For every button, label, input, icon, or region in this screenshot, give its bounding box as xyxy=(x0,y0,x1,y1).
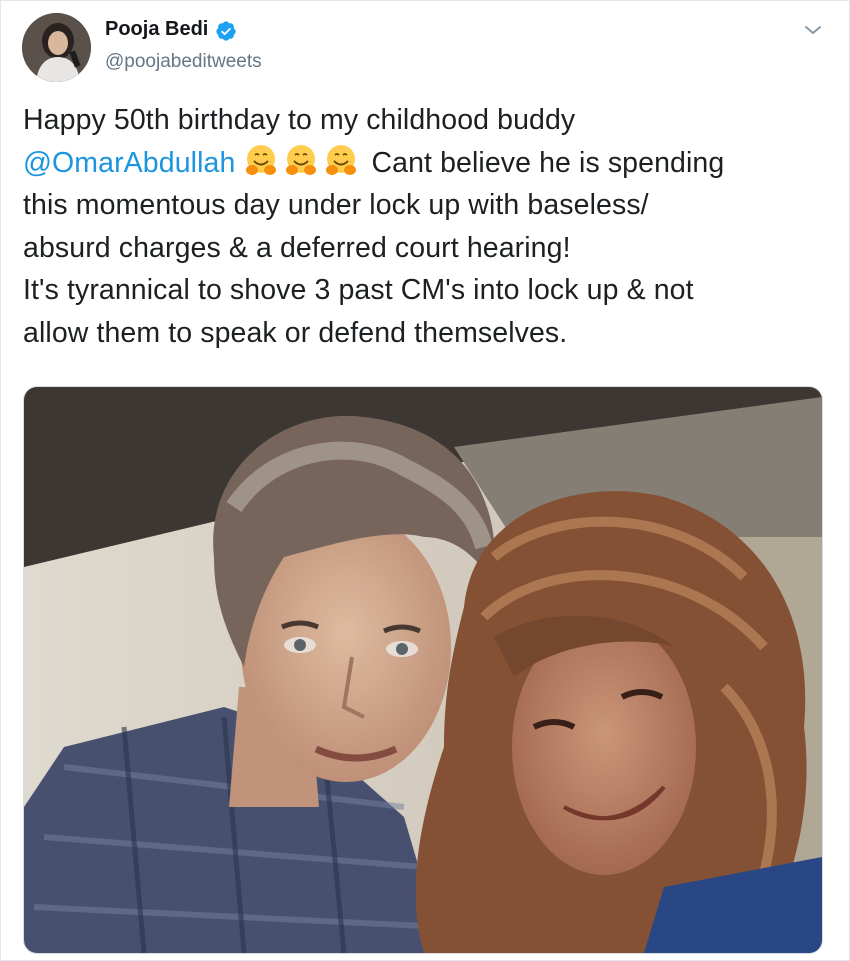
hugging-face-emoji-icon xyxy=(326,144,357,175)
tweet-line: this momentous day under lock up with ba… xyxy=(23,189,649,221)
tweet-photo[interactable] xyxy=(23,386,823,954)
chevron-down-icon[interactable] xyxy=(803,23,823,37)
photo-of-two-people-icon xyxy=(24,387,822,953)
mention-link[interactable]: @OmarAbdullah xyxy=(23,147,235,179)
tweet-line: It's tyrannical to shove 3 past CM's int… xyxy=(23,274,694,306)
display-name[interactable]: Pooja Bedi xyxy=(105,18,208,41)
avatar-photo-icon xyxy=(22,13,91,82)
hugging-face-emoji-icon xyxy=(286,144,317,175)
user-handle[interactable]: @poojabeditweets xyxy=(105,51,262,73)
tweet-text: Happy 50th birthday to my childhood budd… xyxy=(23,99,823,354)
tweet-line: absurd charges & a deferred court hearin… xyxy=(23,231,571,264)
tweet-line-rest: Cant believe he is spending xyxy=(363,146,725,179)
tweet-card[interactable]: Pooja Bedi @poojabeditweets Happy 50th b… xyxy=(0,0,850,961)
hugging-face-emoji-icon xyxy=(246,144,277,175)
tweet-line: Happy 50th birthday to my childhood budd… xyxy=(23,104,576,136)
tweet-line: allow them to speak or defend themselves… xyxy=(23,316,568,349)
tweet-line: @OmarAbdullah Cant believe he is spendin… xyxy=(23,142,823,185)
verified-badge-icon xyxy=(216,21,236,41)
user-avatar[interactable] xyxy=(22,13,91,82)
